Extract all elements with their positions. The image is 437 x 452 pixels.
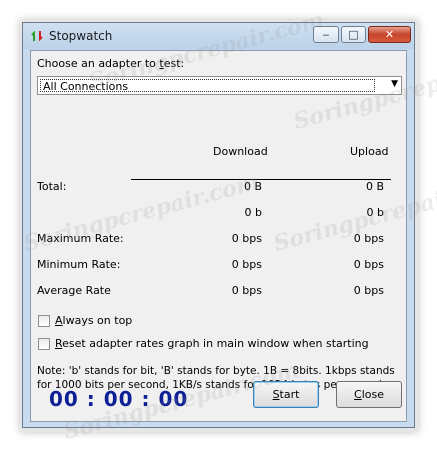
minimum-download-rate: 0 bps <box>231 258 262 271</box>
always-on-top-text: lways on top <box>62 314 133 327</box>
total-download-bytes: 0 B <box>243 180 262 193</box>
start-accel: S <box>272 388 280 401</box>
start-button[interactable]: Start <box>253 381 319 408</box>
total-upload-bits: 0 b <box>366 206 384 219</box>
stopwatch-window: Stopwatch ‒ □ ✕ Choose an adapter to tes… <box>22 22 415 428</box>
adapter-label: Choose an adapter to test: <box>37 57 184 70</box>
reset-graph-label[interactable]: Reset adapter rates graph in main window… <box>55 337 369 350</box>
window-title: Stopwatch <box>49 29 113 43</box>
dialog-client-area: Choose an adapter to test: All Connectio… <box>30 50 407 422</box>
maximum-upload-rate: 0 bps <box>353 232 384 245</box>
total-upload-bytes: 0 B <box>365 180 384 193</box>
minimum-upload-rate: 0 bps <box>353 258 384 271</box>
close-text: lose <box>361 388 384 401</box>
download-header: Download <box>213 145 268 158</box>
chevron-down-icon[interactable]: ▼ <box>391 79 398 89</box>
maximize-button[interactable]: □ <box>341 26 366 43</box>
maximum-rate-label: Maximum Rate: <box>37 232 124 245</box>
minimize-button[interactable]: ‒ <box>313 26 339 43</box>
total-label: Total: <box>37 180 67 193</box>
average-rate-label: Average Rate <box>37 284 111 297</box>
adapter-label-text-end: est: <box>163 57 185 70</box>
title-bar[interactable]: Stopwatch ‒ □ ✕ <box>23 23 414 50</box>
stopwatch-app-icon <box>31 30 43 42</box>
average-upload-rate: 0 bps <box>353 284 384 297</box>
reset-graph-checkbox[interactable] <box>38 338 50 350</box>
upload-header: Upload <box>350 145 389 158</box>
always-on-top-accel: A <box>55 314 63 327</box>
elapsed-timer: 00 : 00 : 00 <box>49 387 189 411</box>
always-on-top-checkbox[interactable] <box>38 315 50 327</box>
minimum-rate-label: Minimum Rate: <box>37 258 121 271</box>
maximum-download-rate: 0 bps <box>231 232 262 245</box>
adapter-label-text: Choose an adapter to <box>37 57 160 70</box>
adapter-select[interactable]: All Connections ▼ <box>37 76 402 95</box>
start-text: tart <box>279 388 300 401</box>
close-window-button[interactable]: ✕ <box>368 26 411 43</box>
total-download-bits: 0 b <box>244 206 262 219</box>
close-accel: C <box>354 388 362 401</box>
reset-graph-text: eset adapter rates graph in main window … <box>62 337 369 350</box>
adapter-select-value: All Connections <box>40 79 375 93</box>
average-download-rate: 0 bps <box>231 284 262 297</box>
always-on-top-label[interactable]: Always on top <box>55 314 132 327</box>
close-button[interactable]: Close <box>336 381 402 408</box>
